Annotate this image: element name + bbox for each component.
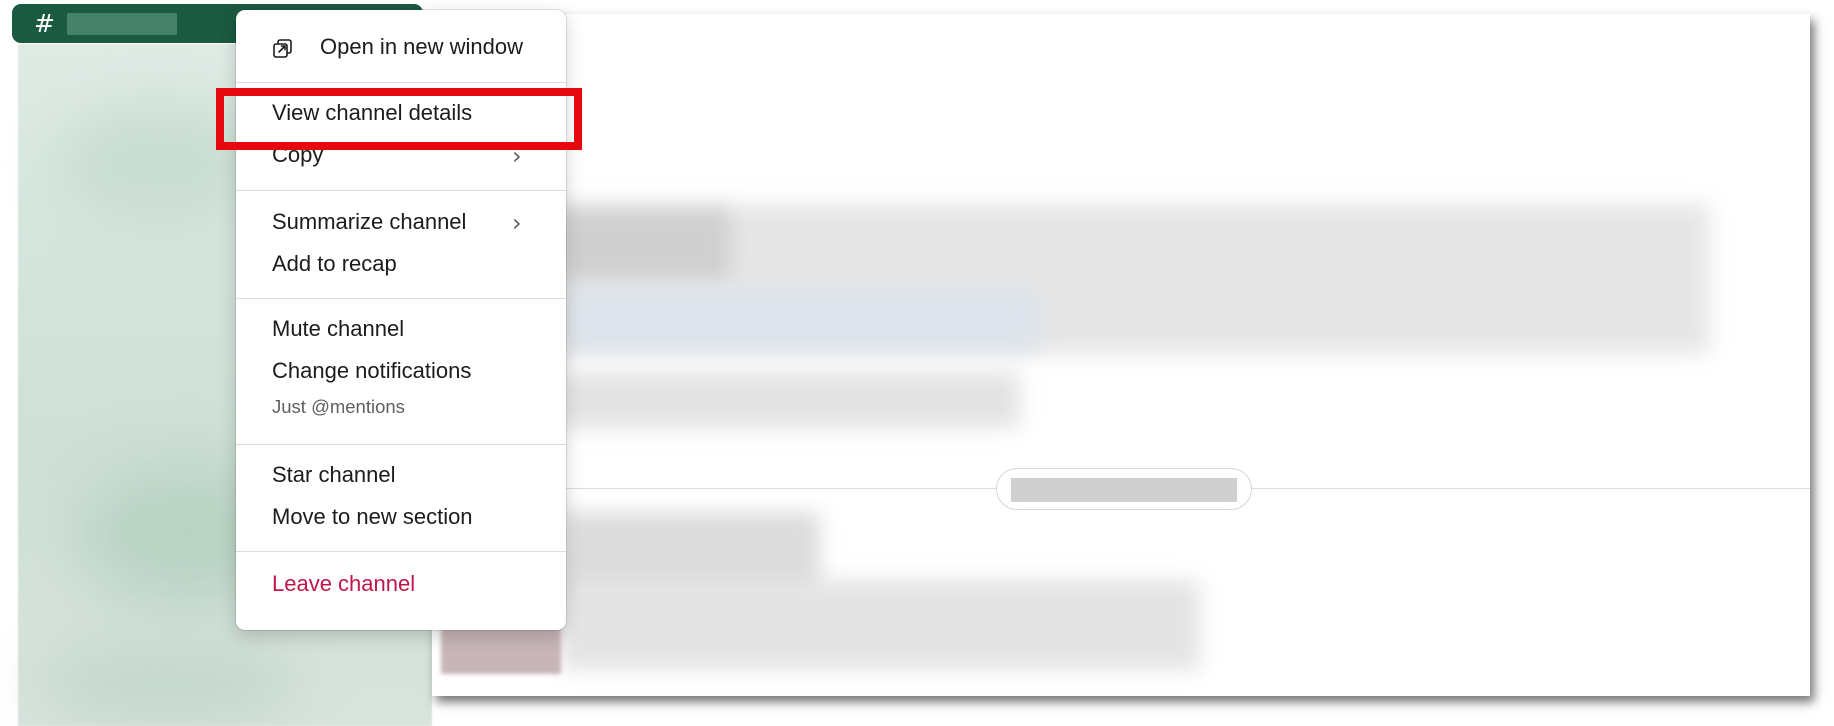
open-window-icon [273, 39, 292, 58]
chevron-right-icon: › [512, 209, 522, 237]
menu-item-view-channel-details[interactable]: View channel details [272, 100, 472, 126]
chevron-right-icon: › [512, 142, 522, 170]
channel-hash-icon: # [34, 9, 55, 38]
menu-item-add-to-recap[interactable]: Add to recap [272, 251, 397, 277]
message-reaction-blurred [560, 372, 1020, 428]
app-screen: # Open in new window View channel detail… [0, 0, 1834, 726]
date-redacted [1011, 478, 1237, 502]
notification-setting-sublabel: Just @mentions [272, 396, 405, 417]
menu-item-star-channel[interactable]: Star channel [272, 462, 396, 488]
menu-item-change-notifications[interactable]: Change notifications [272, 358, 471, 384]
menu-item-leave-channel[interactable]: Leave channel [272, 571, 415, 597]
menu-divider [236, 190, 566, 191]
menu-item-copy[interactable]: Copy [272, 142, 323, 168]
menu-divider [236, 298, 566, 299]
date-divider-pill[interactable] [996, 468, 1252, 510]
menu-item-mute-channel[interactable]: Mute channel [272, 316, 404, 342]
menu-item-summarize-channel[interactable]: Summarize channel [272, 209, 466, 235]
sidebar-blur-region [58, 104, 258, 224]
menu-divider [236, 82, 566, 83]
message-blurred [560, 580, 1200, 670]
message-attachment-blurred [560, 290, 1040, 350]
menu-item-move-to-new-section[interactable]: Move to new section [272, 504, 473, 530]
channel-context-menu: Open in new window View channel details … [236, 10, 566, 630]
menu-divider [236, 444, 566, 445]
sidebar-blur-region [38, 644, 298, 724]
menu-divider [236, 551, 566, 552]
avatar-blurred [441, 626, 561, 674]
message-avatar-blurred [560, 210, 730, 280]
menu-item-open-new-window[interactable]: Open in new window [320, 34, 523, 60]
channel-name-redacted [66, 12, 177, 35]
